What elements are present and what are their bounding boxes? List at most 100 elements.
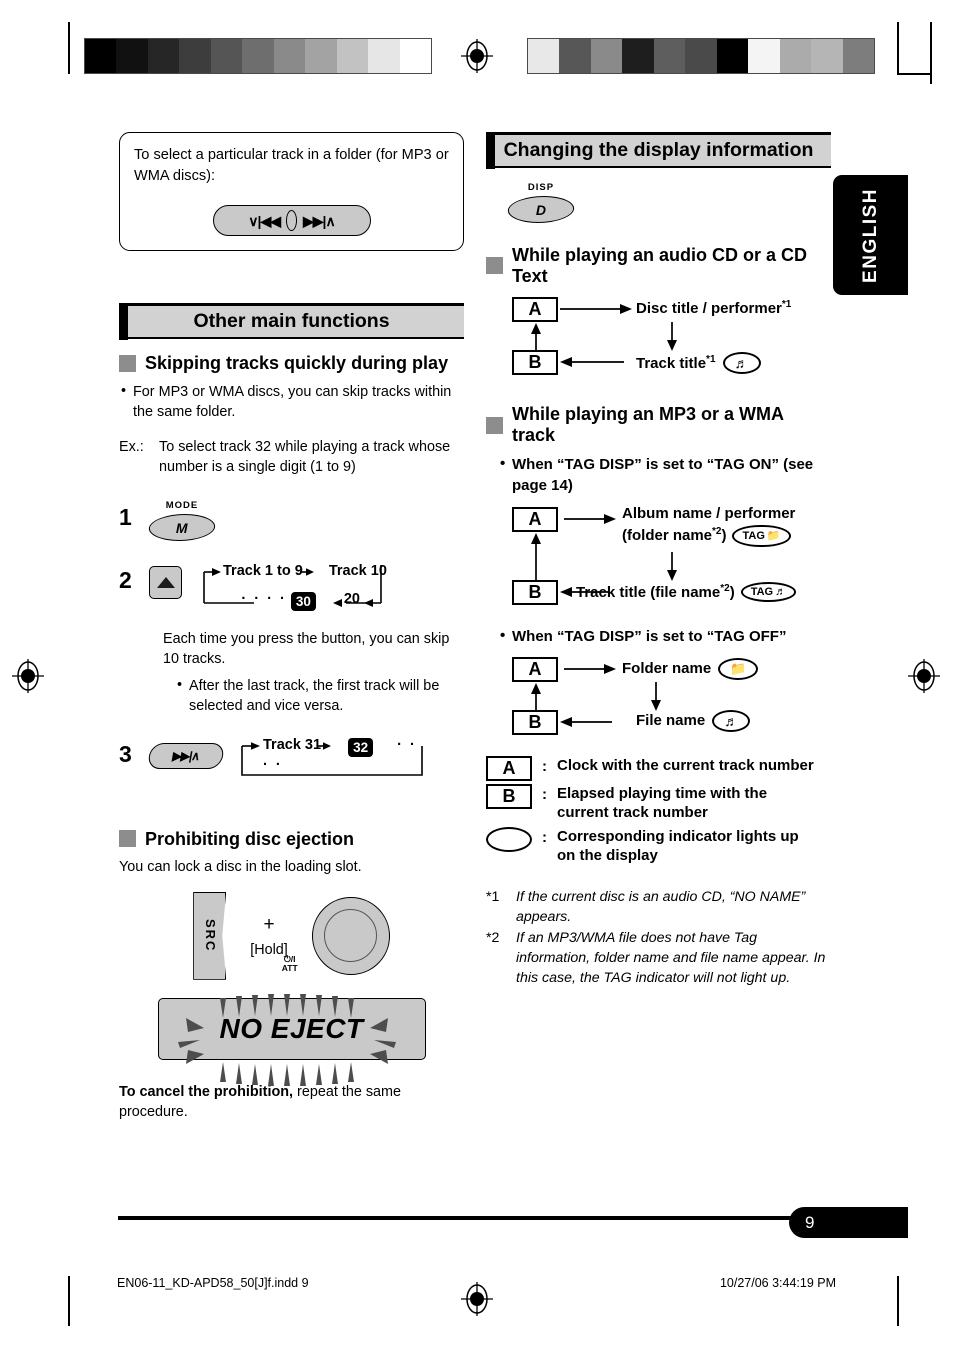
color-swatch: [242, 39, 274, 73]
color-swatch: [179, 39, 211, 73]
legend-row-oval: : Corresponding indicator lights up on t…: [486, 826, 831, 866]
plus-sign: +: [263, 913, 275, 935]
right-column: Changing the display information DISP D …: [486, 132, 831, 991]
cd-bottom-label: Track title*1 ♬: [636, 352, 761, 375]
legend-row-a: A : Clock with the current track number: [486, 755, 831, 781]
tag-on-bullet: When “TAG DISP” is set to “TAG ON” (see …: [498, 453, 831, 497]
mode-button-caption: MODE: [165, 499, 199, 511]
section-banner-label: Changing the display information: [503, 139, 814, 161]
prohibit-key-combination: SRC + [Hold] ⏻/I ATT: [119, 891, 464, 980]
tag-off-bottom-text: File name: [636, 712, 706, 730]
bullet-square-icon: [119, 830, 136, 848]
display-legend: A : Clock with the current track number …: [486, 755, 831, 866]
color-swatch: [779, 39, 812, 73]
color-swatch: [336, 39, 369, 73]
flow-badge-30: 30: [290, 591, 316, 611]
legend-row-b: B : Elapsed playing time with the curren…: [486, 783, 831, 823]
tag-on-bottom-footnote: *2: [720, 583, 730, 595]
tag-off-top-text: Folder name: [622, 660, 712, 678]
track-forward-button[interactable]: ▶▶|∧: [146, 742, 226, 769]
color-swatch: [559, 39, 591, 73]
section-banner-changing-display-information: Changing the display information: [486, 132, 831, 169]
track-seek-rocker-button[interactable]: ∨|◀◀ ▶▶|∧: [212, 205, 371, 237]
disp-button-caption: DISP: [527, 182, 555, 193]
tag-on-top-label: Album name / performer (folder name*2) T…: [622, 504, 795, 548]
step-1: 1 MODE M: [119, 500, 464, 541]
cd-bottom-footnote: *1: [706, 354, 716, 366]
step-number: 1: [119, 503, 132, 530]
section-banner-label: Other main functions: [193, 310, 390, 333]
power-att-knob[interactable]: [311, 896, 390, 975]
folder-icon: 📁: [766, 529, 781, 542]
bullet-square-icon: [486, 257, 503, 275]
src-button[interactable]: SRC: [193, 891, 227, 980]
color-swatch: [147, 39, 180, 73]
knob-inner-ring: [324, 909, 378, 963]
color-swatch: [590, 39, 623, 73]
color-calibration-bar-left: [84, 38, 432, 74]
step-number: 2: [119, 566, 132, 593]
display-box-a: A: [512, 656, 558, 682]
footnote-1: *1 If the current disc is an audio CD, “…: [486, 888, 831, 928]
color-swatch: [748, 39, 780, 73]
section-banner-other-main-functions: Other main functions: [119, 303, 464, 340]
subheading-label: While playing an audio CD or a CD Text: [512, 245, 808, 286]
example-label: Ex.:: [119, 438, 144, 455]
color-swatch: [653, 39, 686, 73]
mode-button[interactable]: M: [146, 513, 218, 541]
no-eject-display-wrap: NO EJECT: [119, 993, 464, 1086]
track-31-flow-diagram: Track 31 32 · · · ·: [237, 737, 427, 776]
footnote-mark: *1: [486, 888, 500, 905]
crop-mark-top-right-2: [930, 22, 932, 84]
tag-folder-indicator-icon: TAG 📁: [732, 524, 791, 548]
step-3: 3 ▶▶|∧ Track 31 32 · · · ·: [119, 737, 464, 776]
knob-caption-att: ATT: [281, 962, 298, 973]
subheading-skipping-tracks: Skipping tracks quickly during play: [119, 353, 464, 374]
cd-top-label: Disc title / performer*1: [636, 299, 791, 317]
footnote-text: If an MP3/WMA file does not have Tag inf…: [516, 930, 826, 987]
flow-dots: · · · ·: [241, 590, 287, 607]
legend-text: Elapsed playing time with the current tr…: [557, 784, 768, 822]
color-swatch: [685, 39, 717, 73]
color-swatch: [622, 39, 654, 73]
tag-off-bullet: When “TAG DISP” is set to “TAG OFF”: [498, 625, 831, 647]
registration-target-left: [12, 659, 44, 693]
color-swatch: [842, 39, 874, 73]
folder-indicator-icon: 📁: [718, 657, 759, 680]
color-swatch: [716, 39, 749, 73]
cd-top-text: Disc title / performer: [636, 300, 782, 318]
color-swatch: [85, 39, 117, 73]
track-up-button[interactable]: [149, 565, 182, 599]
crop-mark-bottom-right: [897, 1276, 899, 1326]
legend-text: Corresponding indicator lights up on the…: [557, 827, 799, 865]
display-box-b: B: [512, 709, 558, 735]
src-button-label: SRC: [203, 919, 219, 953]
cd-top-footnote: *1: [781, 299, 792, 311]
language-tab-label: ENGLISH: [859, 187, 881, 283]
color-swatch: [368, 39, 400, 73]
knob-caption: ⏻/I ATT: [281, 954, 298, 973]
color-swatch: [116, 39, 148, 73]
step-2-sub-bullets: After the last track, the first track wi…: [175, 675, 464, 717]
subheading-label: Prohibiting disc ejection: [145, 828, 355, 849]
example-row: Ex.: To select track 32 while playing a …: [119, 437, 464, 478]
color-swatch: [273, 39, 306, 73]
manual-page: ENGLISH To select a particular track in …: [0, 0, 954, 1352]
disp-button[interactable]: D: [505, 196, 577, 223]
subheading-prohibiting-disc-ejection: Prohibiting disc ejection: [119, 829, 464, 850]
tag-on-top-line2-pre: (folder name: [622, 527, 713, 545]
color-swatch: [811, 39, 843, 73]
tag-on-bottom-label: Track title (file name*2) TAG ♬: [576, 582, 797, 603]
tag-label: TAG: [742, 529, 765, 542]
bullet-square-icon: [119, 355, 136, 373]
flow-value-20: 20: [343, 590, 360, 607]
example-text: To select track 32 while playing a track…: [159, 438, 451, 476]
legend-colon: :: [542, 828, 547, 846]
registration-target-top: [461, 39, 493, 73]
step-2: 2 Track 1 to 9 Track 10 · · · · 30 20: [119, 563, 464, 615]
color-swatch: [528, 39, 560, 73]
track-skip-flow-diagram: Track 1 to 9 Track 10 · · · · 30 20: [196, 563, 396, 615]
legend-text: Clock with the current track number: [557, 756, 814, 774]
display-box-b: B: [512, 580, 558, 606]
tag-on-bottom-pre: Track title (file name: [576, 584, 721, 602]
